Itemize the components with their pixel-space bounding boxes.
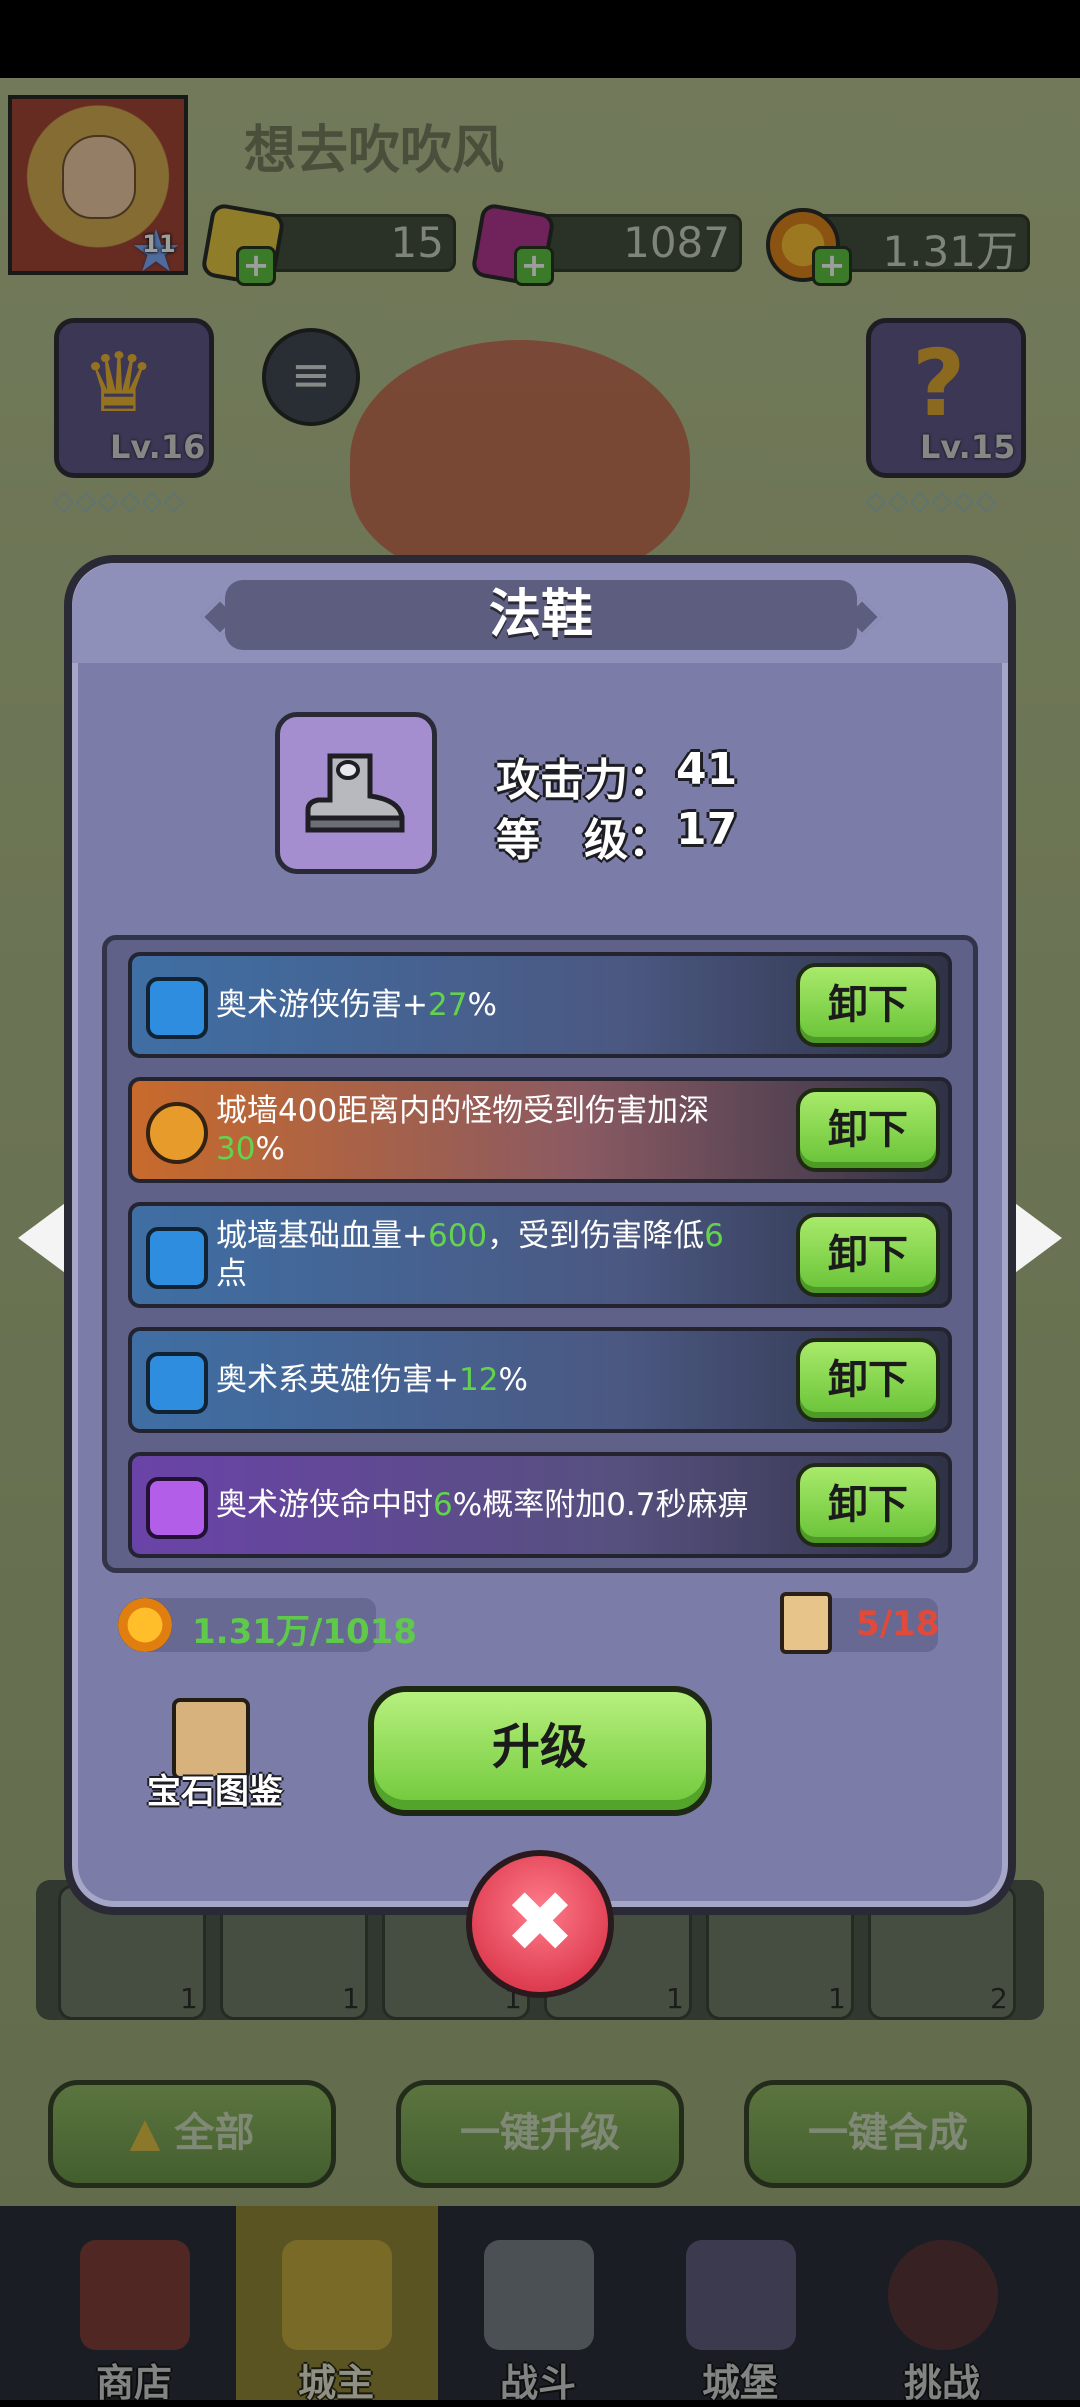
coin-cost: 1.31万/1018	[192, 1612, 417, 1652]
unequip-gem-button[interactable]: 卸下	[796, 963, 940, 1047]
purple-gem-icon	[146, 1477, 208, 1539]
gem-text: %	[255, 1131, 285, 1167]
gem-effect-text: 奥术游侠伤害+27%	[216, 986, 736, 1024]
gem-text: ，受到伤害降低	[487, 1218, 705, 1254]
gem-text: 奥术系英雄伤害+	[216, 1362, 459, 1398]
status-bar	[0, 0, 1080, 78]
boot-icon	[305, 753, 405, 833]
attack-label: 攻击力：	[496, 755, 672, 806]
gem-effect-text: 城墙基础血量+600，受到伤害降低6 点	[216, 1217, 736, 1293]
gem-text: 奥术游侠命中时	[216, 1487, 433, 1523]
upgrade-button[interactable]: 升级	[368, 1686, 712, 1816]
gem-effect-text: 奥术游侠命中时6%概率附加0.7秒麻痹	[216, 1486, 776, 1524]
dialog-title: 法鞋	[488, 585, 593, 645]
gem-value: 27	[427, 987, 468, 1023]
blueprint-scroll-icon	[780, 1592, 832, 1654]
gem-text: 点	[216, 1256, 247, 1292]
blue-gem-icon	[146, 977, 208, 1039]
unequip-gem-button[interactable]: 卸下	[796, 1463, 940, 1547]
orange-gem-icon	[146, 1102, 208, 1164]
blue-gem-icon	[146, 1227, 208, 1289]
gem-value: 12	[458, 1362, 499, 1398]
gem-text: 城墙400距离内的怪物受到伤害加深	[216, 1093, 710, 1129]
close-icon: ✖	[504, 1873, 576, 1971]
gem-value: 6	[704, 1218, 724, 1254]
unequip-gem-button[interactable]: 卸下	[796, 1213, 940, 1297]
unequip-gem-button[interactable]: 卸下	[796, 1088, 940, 1172]
gem-value: 30	[216, 1131, 256, 1167]
attack-value: 41	[676, 744, 738, 795]
gem-text: %概率附加0.7秒麻痹	[452, 1487, 749, 1523]
unequip-gem-button[interactable]: 卸下	[796, 1338, 940, 1422]
gem-book-label[interactable]: 宝石图鉴	[140, 1764, 290, 1813]
level-label: 等 级：	[496, 815, 672, 866]
gem-value: 6	[433, 1487, 453, 1523]
blue-gem-icon	[146, 1352, 208, 1414]
level-value: 17	[676, 804, 738, 855]
gem-value: 600	[427, 1218, 488, 1254]
coin-icon	[118, 1598, 172, 1652]
gem-text: 奥术游侠伤害+	[216, 987, 428, 1023]
gem-effect-text: 城墙400距离内的怪物受到伤害加深 30%	[216, 1092, 736, 1168]
gem-text: %	[467, 987, 497, 1023]
gem-text: %	[498, 1362, 528, 1398]
close-button[interactable]: ✖	[466, 1850, 614, 1998]
gem-effect-text: 奥术系英雄伤害+12%	[216, 1361, 736, 1399]
gem-text: 城墙基础血量+	[216, 1218, 428, 1254]
scroll-count: 5/18	[856, 1604, 940, 1644]
